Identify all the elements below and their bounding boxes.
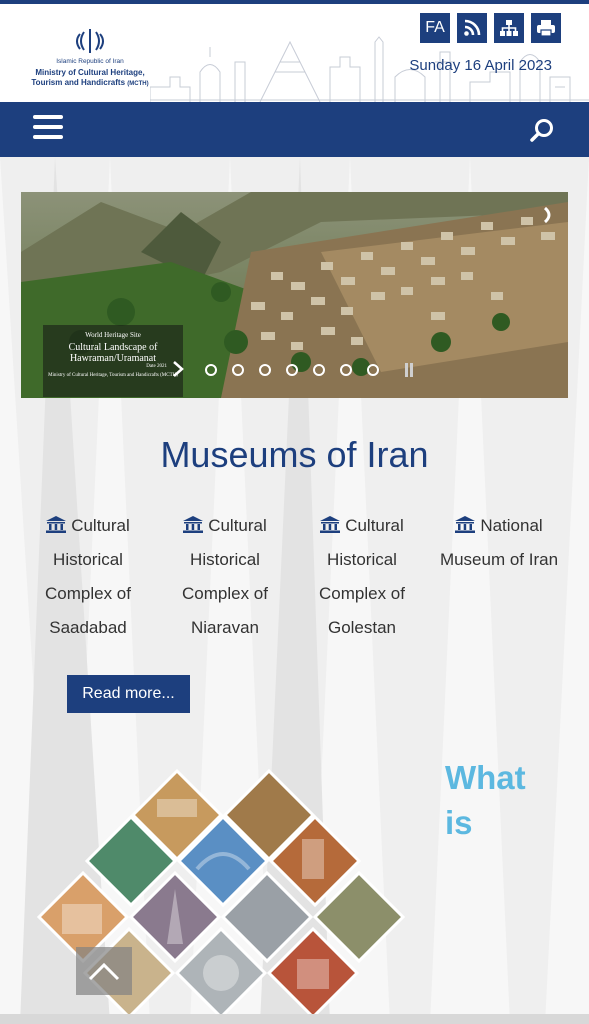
slider-dot[interactable] [232, 364, 244, 376]
museum-icon [320, 516, 341, 533]
slider-dot[interactable] [367, 364, 379, 376]
slider-pause-icon[interactable] [405, 363, 415, 377]
country-name: Islamic Republic of Iran [56, 58, 124, 65]
caption-footer: Ministry of Cultural Heritage, Tourism a… [48, 373, 178, 378]
museum-link-golestan[interactable]: Cultural Historical Complex of Golestan [295, 509, 429, 645]
scroll-to-top-button[interactable] [76, 947, 132, 995]
language-fa-button[interactable]: FA [420, 13, 450, 43]
bottom-bar [0, 1014, 589, 1024]
slider-dot[interactable] [259, 364, 271, 376]
what-is-line2: is [445, 804, 473, 841]
site-header: Islamic Republic of Iran Ministry of Cul… [0, 4, 589, 102]
ministry-name: Ministry of Cultural Heritage, Tourism a… [24, 68, 156, 89]
rss-icon [464, 19, 481, 36]
main-content: World Heritage Site Cultural Landscape o… [0, 157, 589, 1024]
slider-dot[interactable] [340, 364, 352, 376]
museum-icon [46, 516, 67, 533]
slider-dot[interactable] [313, 364, 325, 376]
sitemap-icon [500, 20, 518, 36]
search-icon[interactable] [529, 117, 555, 143]
read-more-button[interactable]: Read more... [67, 675, 190, 713]
hero-slider[interactable]: World Heritage Site Cultural Landscape o… [21, 192, 568, 398]
main-navbar [0, 102, 589, 157]
museum-link-label: Cultural Historical Complex of Golestan [319, 516, 405, 637]
print-icon [537, 20, 555, 37]
caption-date: Date 2021 [146, 364, 167, 369]
what-is-heading: What is [445, 755, 526, 845]
museum-link-saadabad[interactable]: Cultural Historical Complex of Saadabad [21, 509, 155, 645]
what-is-line1: What [445, 759, 526, 796]
museum-link-niaravan[interactable]: Cultural Historical Complex of Niaravan [158, 509, 292, 645]
caption-subtitle: World Heritage Site [85, 331, 141, 339]
ministry-abbreviation: (MCTH) [127, 81, 149, 87]
museums-section-title: Museums of Iran [160, 434, 429, 475]
sitemap-button[interactable] [494, 13, 524, 43]
museum-link-label: Cultural Historical Complex of Niaravan [182, 516, 268, 637]
chevron-up-icon [88, 962, 120, 981]
hamburger-menu-icon[interactable] [33, 115, 63, 143]
iran-emblem-logo [76, 29, 104, 53]
museum-link-label: Cultural Historical Complex of Saadabad [45, 516, 131, 637]
slide-caption: World Heritage Site Cultural Landscape o… [43, 325, 183, 397]
rss-button[interactable] [457, 13, 487, 43]
slider-next-arrow-icon[interactable] [171, 360, 185, 378]
language-fa-label: FA [425, 19, 445, 36]
slider-right-edge-icon[interactable] [541, 206, 555, 224]
museum-icon [455, 516, 476, 533]
caption-title: Cultural Landscape of Hawraman/Uramanat [68, 342, 158, 364]
slider-dot[interactable] [205, 364, 217, 376]
slider-dot[interactable] [286, 364, 298, 376]
current-date: Sunday 16 April 2023 [409, 57, 552, 74]
print-button[interactable] [531, 13, 561, 43]
museum-link-national[interactable]: National Museum of Iran [432, 509, 566, 577]
museum-icon [183, 516, 204, 533]
